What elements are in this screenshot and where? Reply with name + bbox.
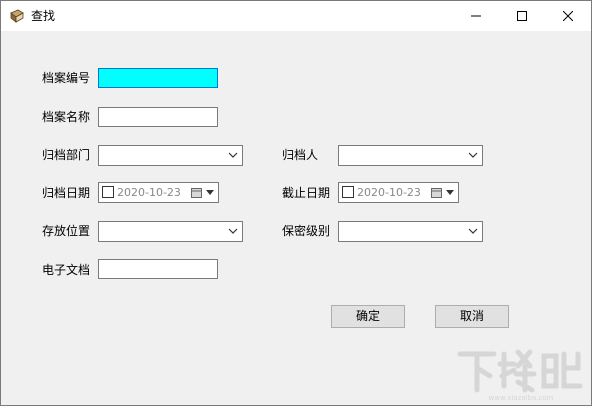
chevron-down-icon — [468, 228, 478, 234]
chevron-down-icon — [228, 152, 238, 158]
archivist-select[interactable] — [338, 145, 483, 166]
maximize-icon — [517, 11, 527, 21]
window-title: 查找 — [31, 9, 56, 23]
department-label: 归档部门 — [42, 148, 91, 162]
close-button[interactable] — [545, 1, 591, 31]
dropdown-arrow-icon[interactable] — [446, 190, 454, 195]
calendar-icon[interactable] — [191, 187, 202, 198]
minimize-button[interactable] — [453, 1, 499, 31]
cancel-button[interactable]: 取消 — [435, 305, 509, 328]
archive-date-checkbox[interactable] — [102, 186, 114, 198]
secrecy-level-select[interactable] — [338, 221, 483, 242]
location-select[interactable] — [98, 221, 243, 242]
deadline-date-checkbox[interactable] — [342, 186, 354, 198]
archive-no-label: 档案编号 — [42, 71, 91, 85]
close-icon — [563, 11, 573, 21]
archive-date-label: 归档日期 — [42, 186, 91, 200]
dropdown-arrow-icon[interactable] — [206, 190, 214, 195]
location-label: 存放位置 — [42, 224, 91, 238]
chevron-down-icon — [228, 228, 238, 234]
archive-date-value: 2020-10-23 — [117, 186, 181, 199]
app-book-icon — [10, 9, 24, 23]
chevron-down-icon — [468, 152, 478, 158]
title-bar[interactable]: 查找 — [1, 1, 591, 31]
deadline-date-label: 截止日期 — [282, 186, 331, 200]
maximize-button[interactable] — [499, 1, 545, 31]
deadline-date-value: 2020-10-23 — [357, 186, 421, 199]
deadline-date-picker[interactable]: 2020-10-23 — [338, 182, 459, 203]
archive-no-input[interactable] — [98, 68, 218, 88]
minimize-icon — [471, 15, 481, 17]
archive-name-input[interactable] — [98, 107, 218, 127]
e-document-label: 电子文档 — [42, 263, 91, 277]
calendar-icon[interactable] — [431, 187, 442, 198]
e-document-input[interactable] — [98, 259, 218, 279]
archive-name-label: 档案名称 — [42, 110, 91, 124]
secrecy-level-label: 保密级别 — [282, 224, 331, 238]
ok-button[interactable]: 确定 — [331, 305, 405, 328]
archive-date-picker[interactable]: 2020-10-23 — [98, 182, 219, 203]
archivist-label: 归档人 — [282, 148, 319, 162]
find-dialog: 查找 档案编号 档案名称 归档部门 归档人 归档日期 2020-10-23 截止… — [0, 0, 592, 406]
department-select[interactable] — [98, 145, 243, 166]
watermark-logo: www.xiazaiba.com — [457, 349, 583, 402]
svg-text:www.xiazaiba.com: www.xiazaiba.com — [489, 394, 554, 402]
